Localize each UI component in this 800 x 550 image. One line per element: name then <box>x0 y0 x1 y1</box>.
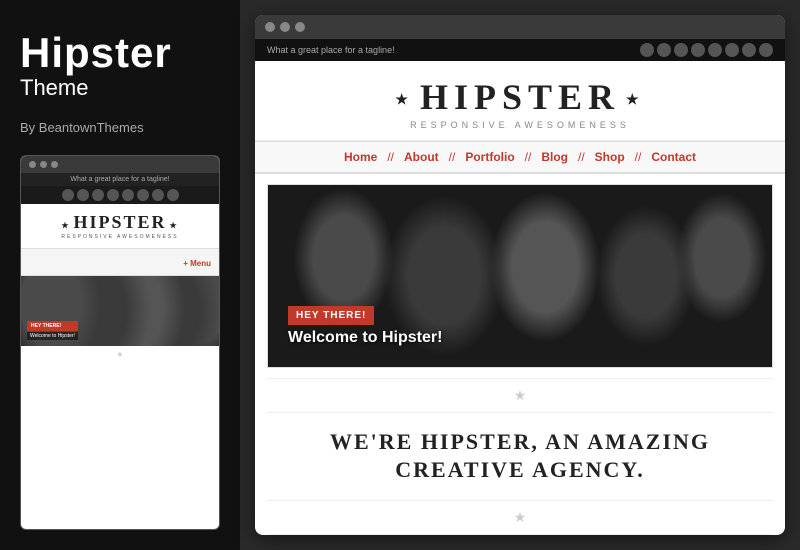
copy-line-2: CREATIVE AGENCY. <box>395 457 645 482</box>
mini-logo-sub: RESPONSIVE AWESOMENESS <box>25 234 215 240</box>
nav-item-blog[interactable]: Blog <box>531 150 578 164</box>
mini-social-icon-7 <box>152 189 164 201</box>
main-social-icon-3 <box>674 43 688 57</box>
main-social-icons <box>640 43 773 57</box>
main-social-icon-6 <box>725 43 739 57</box>
mini-social-icon-8 <box>167 189 179 201</box>
mini-social-icon-1 <box>62 189 74 201</box>
nav-item-shop[interactable]: Shop <box>585 150 635 164</box>
mini-menu-bar: + Menu <box>21 248 219 276</box>
mini-menu-label: + Menu <box>183 259 211 268</box>
main-browser-bar <box>255 15 785 39</box>
nav-link-home[interactable]: Home <box>334 150 387 164</box>
main-hero-welcome: Welcome to Hipster! <box>288 329 442 347</box>
main-logo-section: HIPSTER RESPONSIVE AWESOMENESS <box>255 61 785 141</box>
mini-hero-content: HEY THERE! Welcome to Hipster! <box>27 321 78 340</box>
main-browser: What a great place for a tagline! HIPSTE… <box>255 15 785 535</box>
mini-browser-preview: What a great place for a tagline! HIPSTE… <box>20 155 220 530</box>
theme-subtitle: Theme <box>20 76 220 100</box>
main-social-icon-7 <box>742 43 756 57</box>
right-panel: What a great place for a tagline! HIPSTE… <box>240 0 800 550</box>
mini-logo-area: HIPSTER RESPONSIVE AWESOMENESS <box>21 204 219 248</box>
nav-sep-5: // <box>635 150 642 164</box>
main-copy-text: WE'RE HIPSTER, AN AMAZING CREATIVE AGENC… <box>275 428 765 485</box>
mini-hero: HEY THERE! Welcome to Hipster! <box>21 276 219 346</box>
main-browser-content: What a great place for a tagline! HIPSTE… <box>255 39 785 535</box>
main-hero-badge: HEY THERE! <box>288 306 374 325</box>
main-hero-overlay: HEY THERE! Welcome to Hipster! <box>288 305 442 347</box>
theme-name: Hipster <box>20 30 220 76</box>
mini-hero-badge: HEY THERE! <box>27 321 78 331</box>
main-social-icon-1 <box>640 43 654 57</box>
nav-sep-2: // <box>449 150 456 164</box>
bottom-star-divider: ★ <box>267 500 773 535</box>
nav-link-portfolio[interactable]: Portfolio <box>455 150 524 164</box>
left-sidebar: Hipster Theme By BeantownThemes What a g… <box>0 0 240 550</box>
nav-item-contact[interactable]: Contact <box>641 150 706 164</box>
nav-link-contact[interactable]: Contact <box>641 150 706 164</box>
mini-social-icon-5 <box>122 189 134 201</box>
theme-author: By BeantownThemes <box>20 120 220 135</box>
main-copy-section: WE'RE HIPSTER, AN AMAZING CREATIVE AGENC… <box>255 413 785 500</box>
nav-sep-1: // <box>387 150 394 164</box>
nav-link-blog[interactable]: Blog <box>531 150 578 164</box>
nav-sep-3: // <box>525 150 532 164</box>
mini-social-icon-2 <box>77 189 89 201</box>
mini-logo-text: HIPSTER <box>61 212 178 233</box>
main-social-icon-8 <box>759 43 773 57</box>
nav-link-shop[interactable]: Shop <box>585 150 635 164</box>
nav-sep-4: // <box>578 150 585 164</box>
mini-star-divider: ★ <box>21 346 219 363</box>
mini-dot-2 <box>40 161 47 168</box>
main-nav: Home // About // Portfolio // Blog // Sh… <box>255 141 785 174</box>
main-top-bar: What a great place for a tagline! <box>255 39 785 61</box>
nav-item-home[interactable]: Home <box>334 150 387 164</box>
main-social-icon-5 <box>708 43 722 57</box>
nav-item-portfolio[interactable]: Portfolio <box>455 150 524 164</box>
main-social-icon-2 <box>657 43 671 57</box>
nav-item-about[interactable]: About <box>394 150 449 164</box>
mini-hero-welcome: Welcome to Hipster! <box>27 332 78 340</box>
main-dot-3 <box>295 22 305 32</box>
mini-dot-3 <box>51 161 58 168</box>
mini-browser-bar <box>21 156 219 173</box>
main-social-icon-4 <box>691 43 705 57</box>
main-dot-1 <box>265 22 275 32</box>
mini-social-bar <box>21 186 219 204</box>
mini-social-icon-4 <box>107 189 119 201</box>
mini-social-icon-3 <box>92 189 104 201</box>
main-hero-image: HEY THERE! Welcome to Hipster! <box>267 184 773 368</box>
main-dot-2 <box>280 22 290 32</box>
main-star-divider: ★ <box>267 378 773 413</box>
main-logo-text: HIPSTER <box>255 76 785 118</box>
mini-dot-1 <box>29 161 36 168</box>
theme-title: Hipster Theme <box>20 30 220 100</box>
main-tagline: What a great place for a tagline! <box>267 45 395 55</box>
nav-link-about[interactable]: About <box>394 150 449 164</box>
mini-tagline: What a great place for a tagline! <box>21 173 219 186</box>
main-logo-sub: RESPONSIVE AWESOMENESS <box>255 120 785 130</box>
mini-social-icon-6 <box>137 189 149 201</box>
copy-line-1: WE'RE HIPSTER, AN AMAZING <box>330 429 710 454</box>
